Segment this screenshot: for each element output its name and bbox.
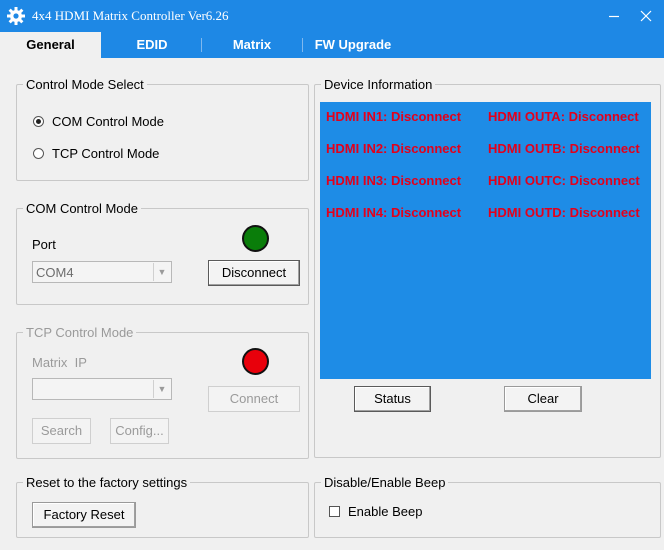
status-button[interactable]: Status bbox=[354, 386, 431, 412]
chevron-down-icon: ▼ bbox=[153, 380, 170, 398]
clear-button[interactable]: Clear bbox=[504, 386, 582, 412]
factory-reset-title: Reset to the factory settings bbox=[23, 475, 191, 490]
hdmi-outa-status: HDMI OUTA: Disconnect bbox=[488, 109, 639, 124]
tab-general[interactable]: General bbox=[0, 32, 101, 58]
enable-beep-label: Enable Beep bbox=[348, 504, 423, 519]
gear-icon bbox=[7, 7, 25, 25]
config-button[interactable]: Config... bbox=[110, 418, 169, 444]
tab-fw-upgrade[interactable]: FW Upgrade bbox=[304, 32, 402, 58]
radio-unchecked-icon bbox=[33, 148, 44, 159]
search-button[interactable]: Search bbox=[32, 418, 91, 444]
device-info-title: Device Information bbox=[321, 77, 436, 92]
chevron-down-icon: ▼ bbox=[153, 263, 170, 281]
tcp-mode-radio-label: TCP Control Mode bbox=[52, 146, 160, 161]
hdmi-in4-status: HDMI IN4: Disconnect bbox=[326, 205, 462, 220]
hdmi-outb-status: HDMI OUTB: Disconnect bbox=[488, 141, 640, 156]
tcp-control-title: TCP Control Mode bbox=[23, 325, 137, 340]
title-bar[interactable]: 4x4 HDMI Matrix Controller Ver6.26 bbox=[0, 0, 664, 32]
com-control-group: COM Control Mode bbox=[16, 201, 309, 305]
tab-bar: General EDID Matrix FW Upgrade bbox=[0, 32, 664, 58]
factory-reset-button[interactable]: Factory Reset bbox=[32, 502, 136, 528]
hdmi-in1-status: HDMI IN1: Disconnect bbox=[326, 109, 462, 124]
tcp-mode-radio[interactable]: TCP Control Mode bbox=[33, 146, 159, 161]
com-status-led bbox=[242, 225, 269, 252]
com-mode-radio[interactable]: COM Control Mode bbox=[33, 114, 164, 129]
radio-checked-icon bbox=[33, 116, 44, 127]
enable-beep-checkbox[interactable]: Enable Beep bbox=[329, 504, 422, 519]
com-control-title: COM Control Mode bbox=[23, 201, 141, 216]
close-icon[interactable] bbox=[632, 4, 660, 28]
tab-edid[interactable]: EDID bbox=[104, 32, 200, 58]
control-mode-title: Control Mode Select bbox=[23, 77, 147, 92]
connect-button[interactable]: Connect bbox=[208, 386, 300, 412]
window-title: 4x4 HDMI Matrix Controller Ver6.26 bbox=[32, 8, 229, 23]
port-select[interactable]: COM4 ▼ bbox=[32, 261, 172, 283]
minimize-icon[interactable] bbox=[600, 4, 628, 28]
hdmi-in3-status: HDMI IN3: Disconnect bbox=[326, 173, 462, 188]
hdmi-outd-status: HDMI OUTD: Disconnect bbox=[488, 205, 640, 220]
tab-divider bbox=[302, 38, 303, 52]
beep-title: Disable/Enable Beep bbox=[321, 475, 449, 490]
tab-divider bbox=[201, 38, 202, 52]
device-info-panel: HDMI IN1: Disconnect HDMI IN2: Disconnec… bbox=[320, 102, 651, 379]
tcp-status-led bbox=[242, 348, 269, 375]
port-select-value: COM4 bbox=[36, 265, 74, 280]
hdmi-outc-status: HDMI OUTC: Disconnect bbox=[488, 173, 640, 188]
matrix-ip-select[interactable]: ▼ bbox=[32, 378, 172, 400]
hdmi-in2-status: HDMI IN2: Disconnect bbox=[326, 141, 462, 156]
disconnect-button[interactable]: Disconnect bbox=[208, 260, 300, 286]
tab-matrix[interactable]: Matrix bbox=[203, 32, 301, 58]
matrix-ip-label: Matrix IP bbox=[32, 355, 87, 370]
com-mode-radio-label: COM Control Mode bbox=[52, 114, 164, 129]
control-mode-group: Control Mode Select bbox=[16, 77, 309, 181]
checkbox-unchecked-icon bbox=[329, 506, 340, 517]
port-label: Port bbox=[32, 237, 56, 252]
